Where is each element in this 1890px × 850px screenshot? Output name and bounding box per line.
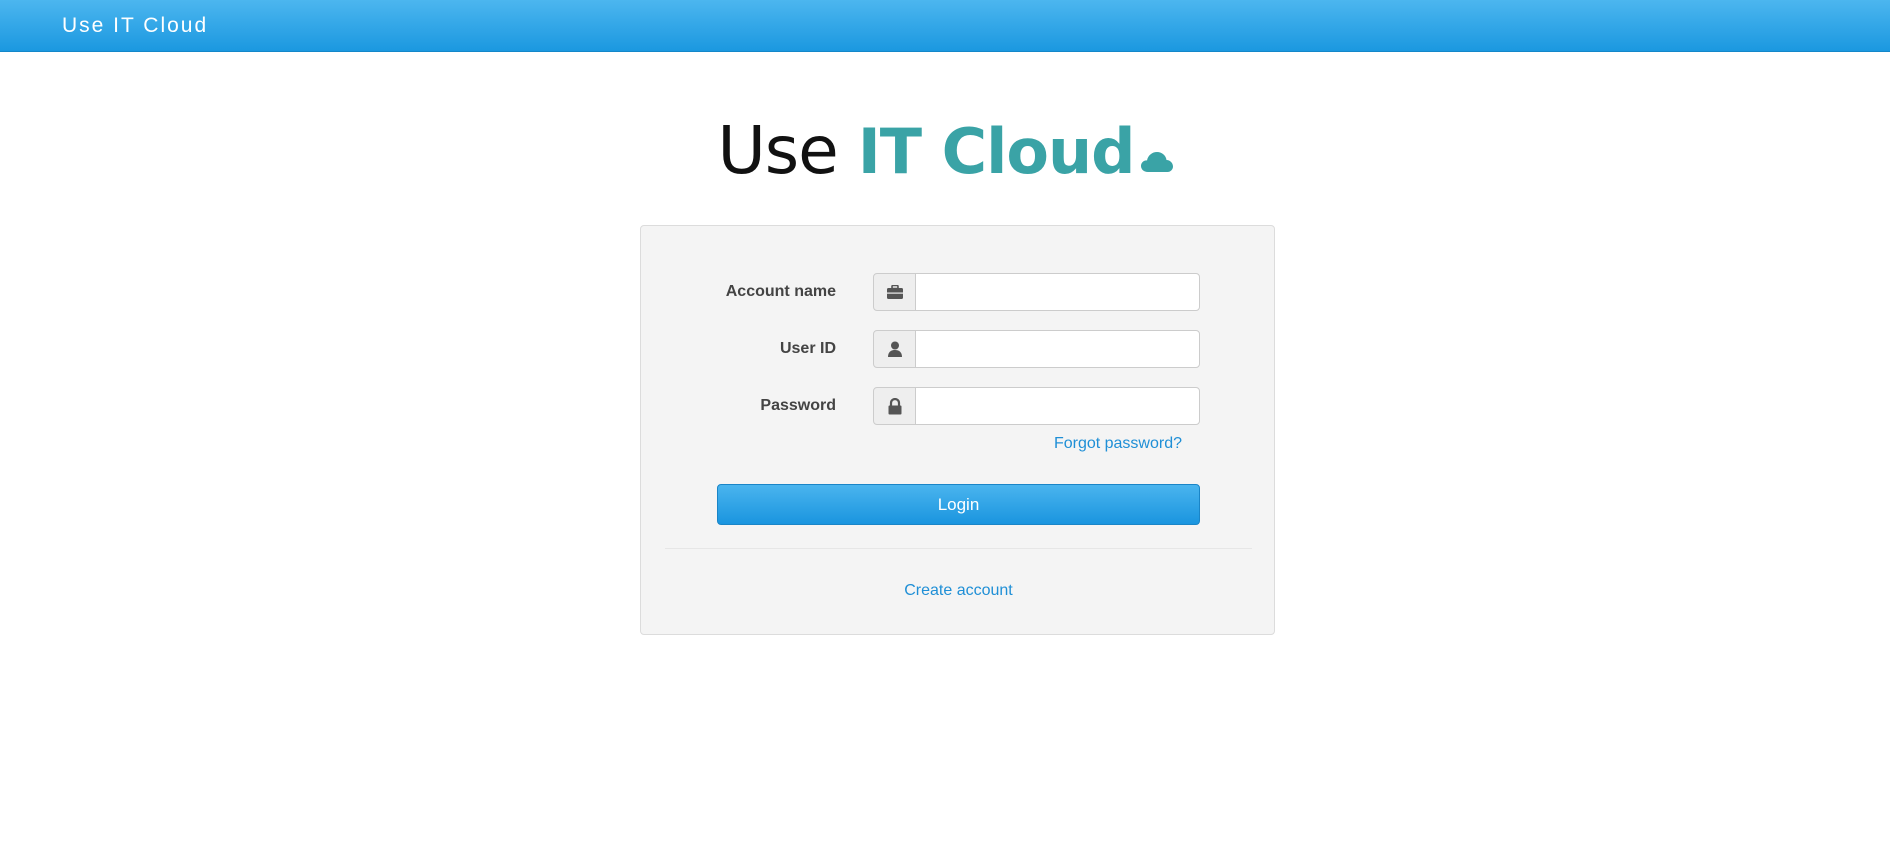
lock-icon (873, 387, 916, 425)
cloud-icon (1140, 151, 1173, 178)
create-account-link[interactable]: Create account (641, 582, 1276, 600)
password-label: Password (760, 397, 836, 414)
login-button[interactable]: Login (717, 484, 1200, 525)
logo-text-light: Use (717, 112, 858, 189)
top-navbar: Use IT Cloud (0, 0, 1890, 52)
password-input[interactable] (915, 387, 1200, 425)
forgot-password-link[interactable]: Forgot password? (1054, 435, 1182, 453)
user-icon (873, 330, 916, 368)
password-row: Password (641, 387, 1276, 425)
briefcase-icon (873, 273, 916, 311)
account-name-row: Account name (641, 273, 1276, 311)
account-name-label: Account name (725, 283, 836, 300)
logo-text-bold: IT Cloud (857, 115, 1136, 188)
login-panel: Account name User ID Password Forgot pas… (640, 225, 1275, 635)
logo: Use IT Cloud (0, 112, 1890, 189)
navbar-brand[interactable]: Use IT Cloud (62, 14, 208, 38)
account-name-input[interactable] (915, 273, 1200, 311)
user-id-input[interactable] (915, 330, 1200, 368)
user-id-label: User ID (779, 340, 836, 357)
divider (665, 548, 1252, 549)
user-id-row: User ID (641, 330, 1276, 368)
